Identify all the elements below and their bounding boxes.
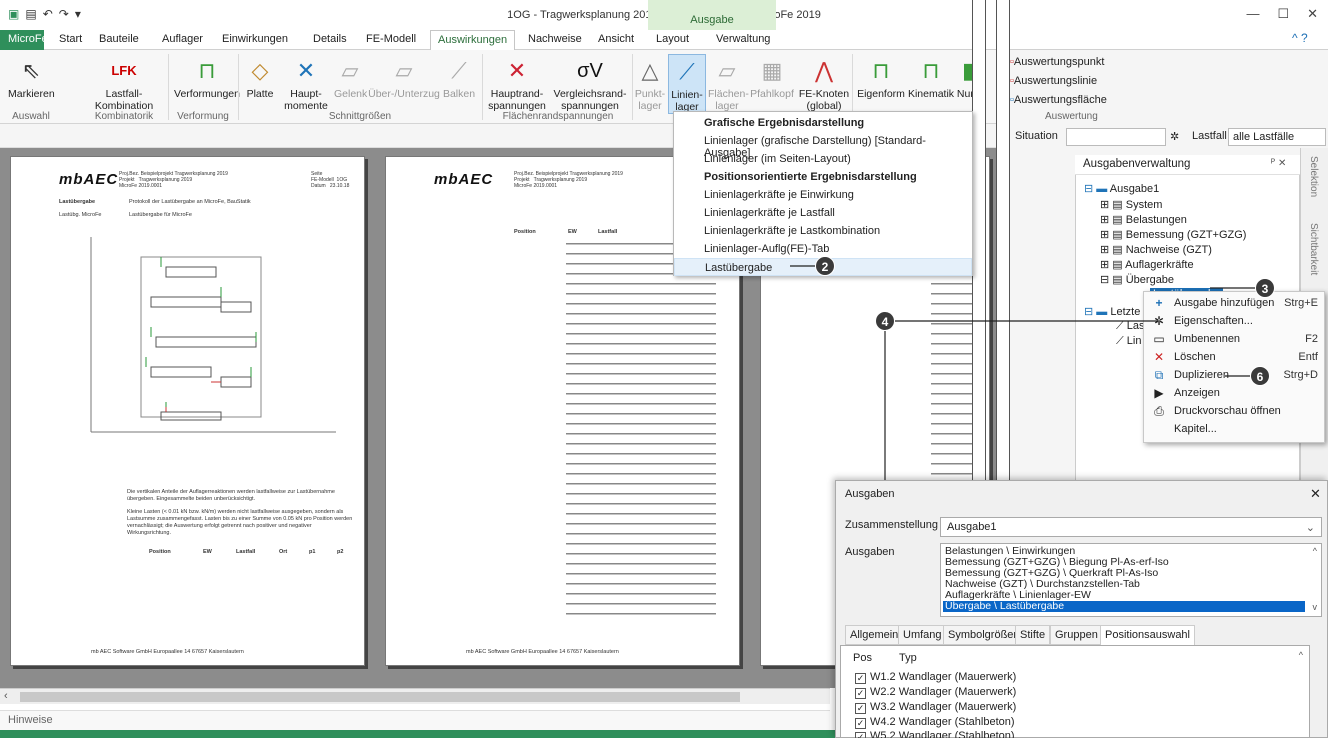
tab-gruppen[interactable]: Gruppen xyxy=(1050,625,1103,645)
tab-positionsauswahl[interactable]: Positionsauswahl xyxy=(1100,625,1195,645)
typ-column-header: Typ xyxy=(899,652,917,664)
callout-badge-2: 2 xyxy=(815,256,835,276)
callout-badge-4: 4 xyxy=(875,311,895,331)
position-row[interactable]: ✓ W1.2 Wandlager (Mauerwerk) xyxy=(855,671,1016,684)
zusammenstellung-label: Zusammenstellung xyxy=(845,519,938,531)
ausgaben-label: Ausgaben xyxy=(845,546,895,558)
position-row[interactable]: ✓ W5.2 Wandlager (Stahlbeton) xyxy=(855,730,1015,738)
callout-badge-6: 6 xyxy=(1250,366,1270,386)
ausgaben-listbox[interactable]: Belastungen \ Einwirkungen Bemessung (GZ… xyxy=(940,543,1322,617)
position-row[interactable]: ✓ W4.2 Wandlager (Stahlbeton) xyxy=(855,716,1015,729)
position-row[interactable]: ✓ W3.2 Wandlager (Mauerwerk) xyxy=(855,701,1016,714)
tab-stifte[interactable]: Stifte xyxy=(1015,625,1051,645)
checkbox-icon[interactable]: ✓ xyxy=(855,688,866,699)
positions-list[interactable]: Pos Typ ✓ W1.2 Wandlager (Mauerwerk) ✓ W2.… xyxy=(840,645,1310,738)
tab-allgemein[interactable]: Allgemein xyxy=(845,625,904,645)
checkbox-icon[interactable]: ✓ xyxy=(855,703,866,714)
chevron-down-icon: ⌄ xyxy=(1305,522,1315,534)
position-row[interactable]: ✓ W2.2 Wandlager (Mauerwerk) xyxy=(855,686,1016,699)
callout-badge-3: 3 xyxy=(1255,278,1275,298)
scroll-down-icon[interactable]: v xyxy=(1313,602,1318,612)
list-item-selected[interactable]: Übergabe \ Lastübergabe xyxy=(943,601,1305,612)
checkbox-icon[interactable]: ✓ xyxy=(855,673,866,684)
tab-umfang[interactable]: Umfang xyxy=(898,625,947,645)
dialog-close-icon[interactable]: ✕ xyxy=(1310,486,1321,502)
scroll-up-icon[interactable]: ^ xyxy=(1313,546,1317,556)
checkbox-icon[interactable]: ✓ xyxy=(855,718,866,729)
checkbox-icon[interactable]: ✓ xyxy=(855,732,866,738)
scroll-up-icon[interactable]: ^ xyxy=(1299,650,1303,660)
dialog-title: Ausgaben xyxy=(845,488,895,500)
tab-symbolgroessen[interactable]: Symbolgrößen xyxy=(943,625,1025,645)
pos-column-header: Pos xyxy=(853,652,872,664)
zusammenstellung-combo[interactable]: Ausgabe1 ⌄ xyxy=(940,517,1322,537)
